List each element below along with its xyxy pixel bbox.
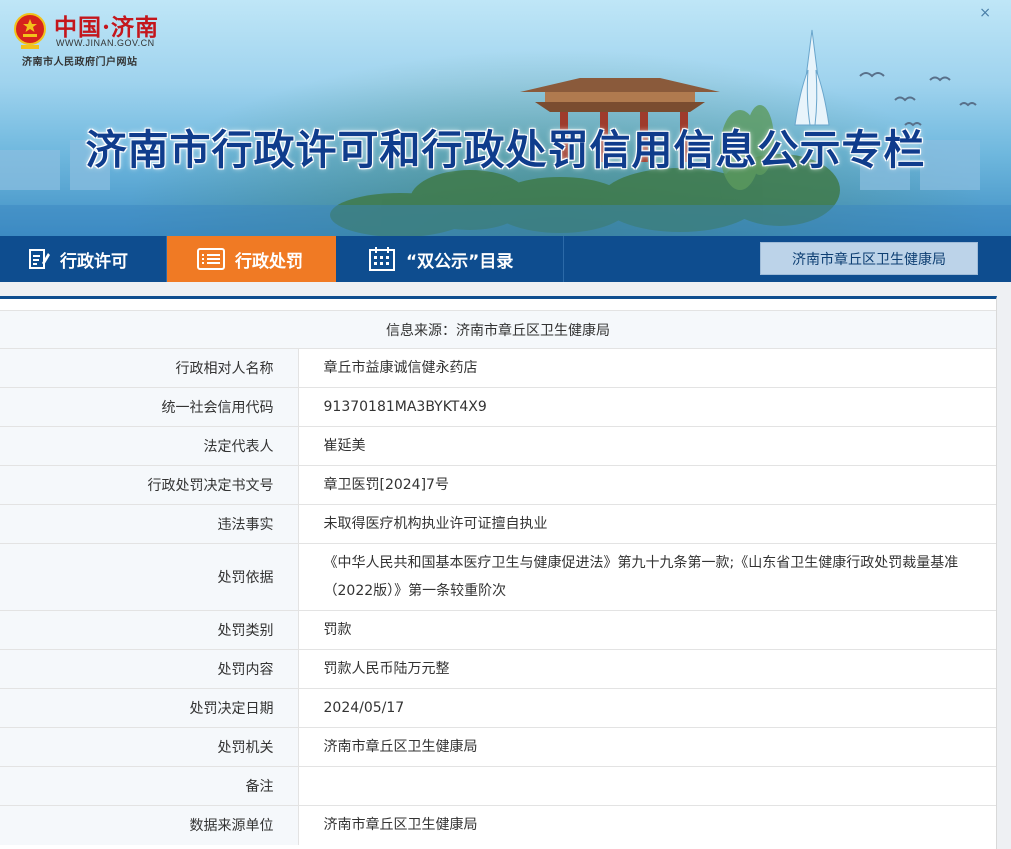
field-value: 章卫医罚[2024]7号 [298, 465, 996, 505]
table-row: 处罚类别 罚款 [0, 610, 996, 650]
tab-admin-penalty-label: 行政处罚 [235, 251, 303, 272]
field-label: 处罚机关 [0, 727, 299, 767]
field-value: 济南市章丘区卫生健康局 [298, 805, 996, 845]
table-row: 处罚机关 济南市章丘区卫生健康局 [0, 727, 996, 767]
field-label: 数据来源单位 [0, 805, 299, 845]
field-label: 处罚内容 [0, 649, 299, 689]
field-label: 备注 [0, 766, 299, 806]
table-row: 处罚依据 《中华人民共和国基本医疗卫生与健康促进法》第九十九条第一款;《山东省卫… [0, 543, 996, 611]
record-panel: 信息来源：济南市章丘区卫生健康局 行政相对人名称 章丘市益康诚信健永药店 统一社… [0, 296, 997, 849]
field-label: 行政处罚决定书文号 [0, 465, 299, 505]
table-row: 法定代表人 崔延美 [0, 426, 996, 466]
info-source: 信息来源：济南市章丘区卫生健康局 [0, 310, 996, 349]
field-label: 行政相对人名称 [0, 348, 299, 388]
penalty-record-table: 信息来源：济南市章丘区卫生健康局 行政相对人名称 章丘市益康诚信健永药店 统一社… [0, 310, 996, 845]
page-title: 济南市行政许可和行政处罚信用信息公示专栏 [85, 126, 926, 174]
national-emblem-icon [14, 13, 46, 49]
field-label: 违法事实 [0, 504, 299, 544]
content-side-gap [997, 296, 1011, 849]
source-row: 信息来源：济南市章丘区卫生健康局 [0, 310, 996, 349]
list-icon [197, 248, 225, 270]
field-value: 罚款 [298, 610, 996, 650]
field-value: 济南市章丘区卫生健康局 [298, 727, 996, 767]
main-nav: 行政许可 行政处罚 “双公示”目录 济南市章丘区卫生健康局 [0, 236, 1011, 282]
tab-admin-penalty[interactable]: 行政处罚 [167, 236, 336, 282]
field-label: 处罚类别 [0, 610, 299, 650]
site-logo-url: WWW.JINAN.GOV.CN [56, 38, 155, 48]
field-value: 未取得医疗机构执业许可证擅自执业 [298, 504, 996, 544]
content-top-gap [0, 282, 1011, 296]
calendar-icon [369, 247, 395, 271]
department-button[interactable]: 济南市章丘区卫生健康局 [760, 242, 978, 275]
site-logo-subtitle: 济南市人民政府门户网站 [22, 57, 138, 68]
field-value [298, 766, 996, 806]
tab-admin-license[interactable]: 行政许可 [0, 236, 167, 282]
table-row: 统一社会信用代码 91370181MA3BYKT4X9 [0, 387, 996, 427]
tab-admin-license-label: 行政许可 [60, 251, 128, 272]
table-row: 违法事实 未取得医疗机构执业许可证擅自执业 [0, 504, 996, 544]
field-label: 处罚决定日期 [0, 688, 299, 728]
field-label: 法定代表人 [0, 426, 299, 466]
table-row: 处罚内容 罚款人民币陆万元整 [0, 649, 996, 689]
field-value: 崔延美 [298, 426, 996, 466]
field-value: 《中华人民共和国基本医疗卫生与健康促进法》第九十九条第一款;《山东省卫生健康行政… [298, 543, 996, 611]
site-banner: 中国·济南 WWW.JINAN.GOV.CN 济南市人民政府门户网站 × 济南市… [0, 0, 1011, 236]
field-value: 2024/05/17 [298, 688, 996, 728]
table-row: 数据来源单位 济南市章丘区卫生健康局 [0, 805, 996, 845]
table-row: 行政相对人名称 章丘市益康诚信健永药店 [0, 348, 996, 388]
tab-double-publicity-catalog[interactable]: “双公示”目录 [336, 236, 564, 282]
field-value: 罚款人民币陆万元整 [298, 649, 996, 689]
tab-double-publicity-label: “双公示”目录 [406, 251, 514, 272]
site-logo-text[interactable]: 中国·济南 [54, 8, 159, 42]
field-label: 处罚依据 [0, 543, 299, 611]
close-icon[interactable]: × [979, 6, 991, 20]
edit-doc-icon [29, 249, 50, 269]
field-value: 章丘市益康诚信健永药店 [298, 348, 996, 388]
table-row: 行政处罚决定书文号 章卫医罚[2024]7号 [0, 465, 996, 505]
field-label: 统一社会信用代码 [0, 387, 299, 427]
table-row: 处罚决定日期 2024/05/17 [0, 688, 996, 728]
field-value: 91370181MA3BYKT4X9 [298, 387, 996, 427]
table-row: 备注 [0, 766, 996, 806]
